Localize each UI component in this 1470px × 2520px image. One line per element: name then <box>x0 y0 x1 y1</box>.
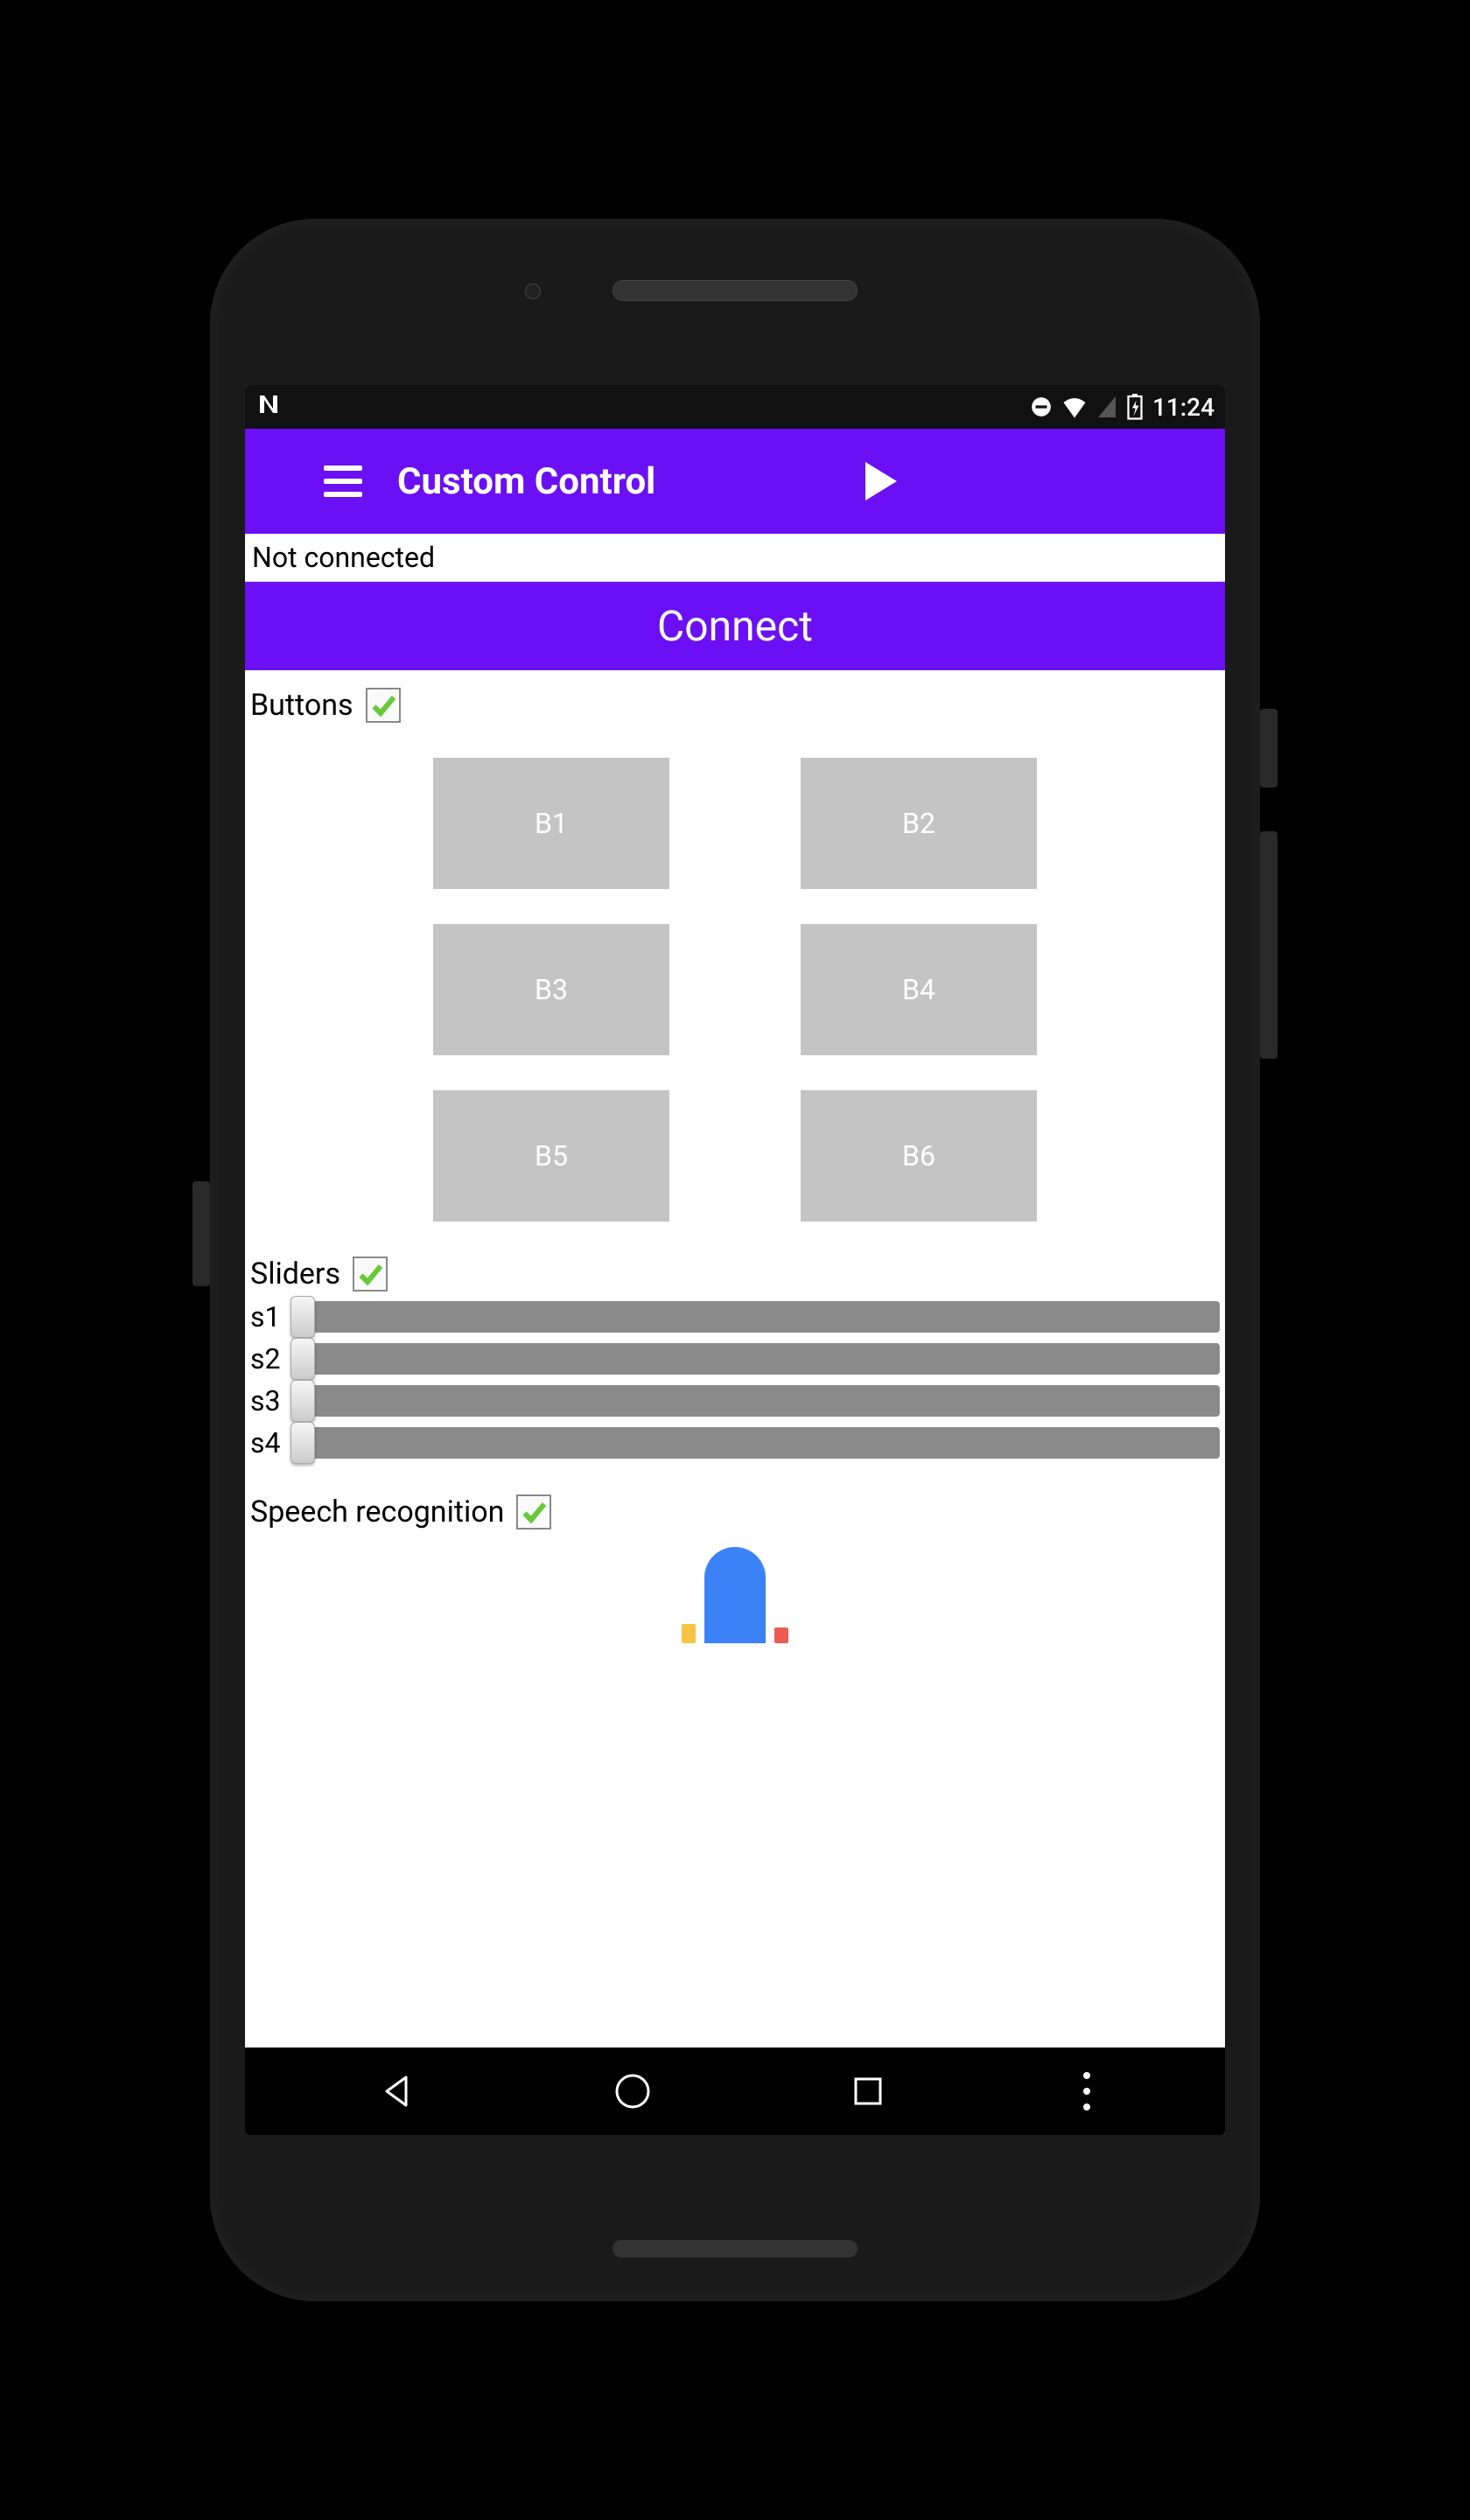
connection-status: Not connected <box>245 534 1225 582</box>
speech-label: Speech recognition <box>250 1494 504 1530</box>
buttons-section: Buttons B1 B2 B3 B4 B5 B6 <box>245 670 1225 1239</box>
buttons-checkbox[interactable] <box>366 688 401 723</box>
app-bar: Custom Control <box>245 429 1225 534</box>
sliders-header: Sliders <box>250 1256 1220 1300</box>
sliders-checkbox[interactable] <box>353 1256 388 1292</box>
android-n-icon <box>256 391 282 417</box>
voice-bar-yellow <box>682 1624 696 1643</box>
microphone-icon <box>704 1547 766 1643</box>
do-not-disturb-icon <box>1030 396 1053 418</box>
connect-button[interactable]: Connect <box>245 582 1225 670</box>
check-icon <box>370 692 396 718</box>
screen: 11:24 Custom Control Not connected Conne… <box>245 385 1225 2135</box>
speech-section: Speech recognition <box>245 1468 1225 1643</box>
slider-s3[interactable] <box>294 1385 1220 1417</box>
app-title: Custom Control <box>397 460 655 503</box>
phone-camera <box>525 284 541 299</box>
nav-home-icon[interactable] <box>613 2072 652 2110</box>
slider-s2[interactable] <box>294 1343 1220 1375</box>
wifi-icon <box>1061 394 1088 420</box>
voice-bar-red <box>774 1628 788 1643</box>
control-button-b5[interactable]: B5 <box>433 1090 669 1222</box>
slider-thumb-s3[interactable] <box>290 1380 315 1422</box>
status-time: 11:24 <box>1152 393 1214 422</box>
control-button-b6[interactable]: B6 <box>801 1090 1037 1222</box>
control-button-b2[interactable]: B2 <box>801 758 1037 889</box>
slider-label-s4: s4 <box>250 1426 289 1460</box>
slider-thumb-s2[interactable] <box>290 1338 315 1380</box>
slider-s1[interactable] <box>294 1301 1220 1333</box>
play-icon[interactable] <box>865 462 897 500</box>
battery-charging-icon <box>1126 394 1144 420</box>
phone-power-button <box>1260 709 1278 788</box>
nav-back-icon[interactable] <box>380 2074 415 2109</box>
android-nav-bar <box>245 2048 1225 2135</box>
buttons-header: Buttons <box>250 688 1220 732</box>
slider-row-s3: s3 <box>250 1384 1220 1418</box>
status-right: 11:24 <box>1030 393 1214 422</box>
slider-label-s1: s1 <box>250 1300 289 1334</box>
control-button-b3[interactable]: B3 <box>433 924 669 1055</box>
check-icon <box>357 1261 383 1287</box>
status-left <box>256 391 282 424</box>
phone-side-button <box>192 1181 210 1286</box>
phone-speaker-bottom <box>612 2240 858 2258</box>
sliders-section: Sliders s1 s2 s3 s4 <box>245 1239 1225 1460</box>
signal-icon <box>1096 395 1117 419</box>
slider-label-s3: s3 <box>250 1384 289 1418</box>
speech-checkbox[interactable] <box>516 1494 551 1530</box>
slider-row-s4: s4 <box>250 1426 1220 1460</box>
sliders-label: Sliders <box>250 1256 340 1292</box>
phone-frame: 11:24 Custom Control Not connected Conne… <box>210 219 1260 2301</box>
slider-thumb-s1[interactable] <box>290 1296 315 1338</box>
slider-row-s2: s2 <box>250 1342 1220 1376</box>
slider-row-s1: s1 <box>250 1300 1220 1334</box>
voice-input[interactable] <box>250 1538 1220 1643</box>
nav-more-icon[interactable] <box>1083 2072 1090 2110</box>
check-icon <box>521 1499 547 1525</box>
phone-volume-button <box>1260 831 1278 1059</box>
buttons-grid: B1 B2 B3 B4 B5 B6 <box>250 732 1220 1239</box>
slider-s4[interactable] <box>294 1427 1220 1459</box>
buttons-label: Buttons <box>250 688 354 723</box>
control-button-b4[interactable]: B4 <box>801 924 1037 1055</box>
control-button-b1[interactable]: B1 <box>433 758 669 889</box>
nav-recent-icon[interactable] <box>851 2075 885 2108</box>
menu-icon[interactable] <box>324 466 362 497</box>
phone-speaker-top <box>612 280 858 301</box>
android-status-bar: 11:24 <box>245 385 1225 429</box>
speech-header: Speech recognition <box>250 1494 1220 1538</box>
slider-label-s2: s2 <box>250 1342 289 1376</box>
slider-thumb-s4[interactable] <box>290 1422 315 1464</box>
